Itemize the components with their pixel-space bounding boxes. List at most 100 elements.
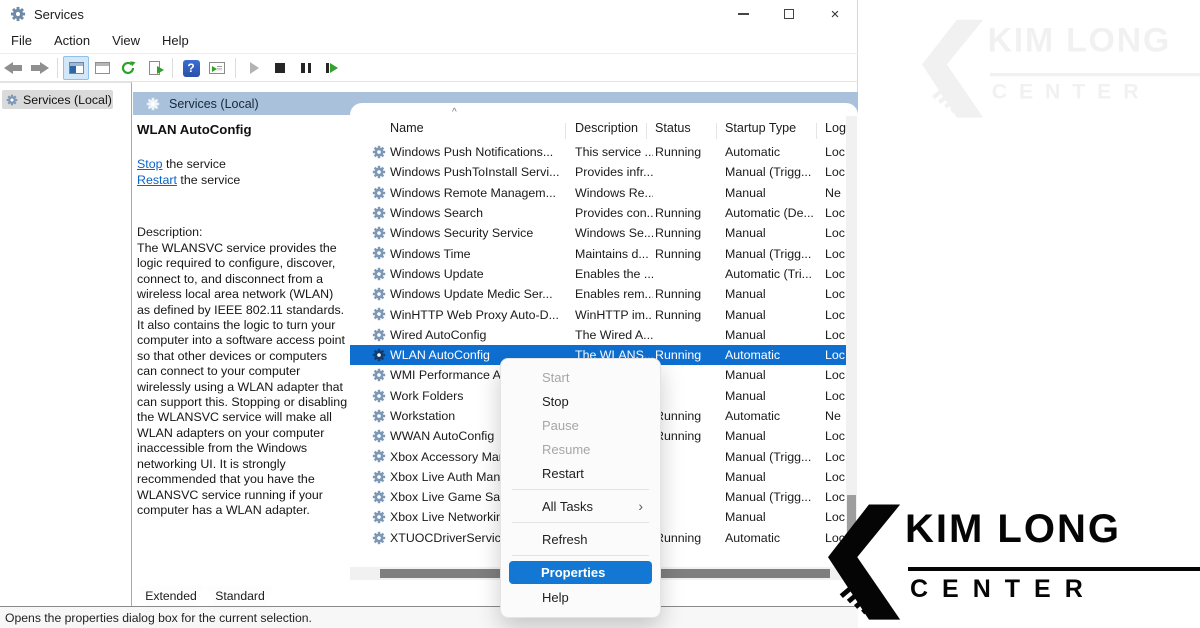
restart-service-icon: [326, 63, 339, 74]
service-row[interactable]: Windows Search Provides con... Running A…: [350, 203, 846, 223]
screenshot-stage: KIM LONG CENTER Services × File Action V…: [0, 0, 1200, 628]
tab-standard[interactable]: Standard: [206, 586, 274, 606]
column-divider[interactable]: [646, 123, 647, 139]
logo-line2: CENTER: [910, 575, 1097, 604]
properties-toolbar-button[interactable]: [89, 56, 115, 80]
toolbar-separator: [57, 58, 58, 78]
service-row[interactable]: Wired AutoConfig The Wired A... Manual L…: [350, 325, 846, 345]
service-description-cell: Enables the ...: [575, 267, 653, 281]
context-menu-item[interactable]: Start: [502, 365, 659, 389]
context-menu-item[interactable]: Help: [502, 585, 659, 609]
stop-service-link[interactable]: Stop: [137, 157, 163, 171]
service-startup-type: Manual: [725, 308, 823, 322]
column-divider[interactable]: [565, 123, 566, 139]
service-context-menu: Start Stop Pause Resume Restart: [500, 358, 661, 618]
service-name: WinHTTP Web Proxy Auto-D...: [390, 308, 572, 322]
service-startup-type: Manual: [725, 287, 823, 301]
start-service-icon: [250, 62, 259, 74]
column-divider[interactable]: [816, 123, 817, 139]
restart-service-link[interactable]: Restart: [137, 173, 177, 187]
start-service-button[interactable]: [241, 56, 267, 80]
extended-detail-pane: WLAN AutoConfig Stop the service Restart…: [137, 118, 349, 585]
service-description-cell: Provides infr...: [575, 165, 653, 179]
context-menu-item[interactable]: [502, 485, 659, 494]
forward-icon: [30, 62, 49, 75]
maximize-button[interactable]: [766, 0, 812, 28]
service-description-cell: WinHTTP im...: [575, 308, 653, 322]
context-menu-item[interactable]: Properties: [509, 561, 652, 584]
service-row[interactable]: WinHTTP Web Proxy Auto-D... WinHTTP im..…: [350, 304, 846, 324]
service-gear-icon: [372, 246, 386, 260]
close-button[interactable]: ×: [812, 0, 858, 28]
column-header-startup-type[interactable]: Startup Type: [725, 121, 796, 135]
column-divider[interactable]: [716, 123, 717, 139]
service-name: Windows PushToInstall Servi...: [390, 165, 572, 179]
service-row[interactable]: Windows Update Medic Ser... Enables rem.…: [350, 284, 846, 304]
service-row[interactable]: Windows Remote Managem... Windows Re... …: [350, 183, 846, 203]
service-status: Running: [655, 308, 723, 322]
service-gear-icon: [372, 145, 386, 159]
column-header-description[interactable]: Description: [575, 121, 638, 135]
service-gear-icon: [372, 226, 386, 240]
menu-file[interactable]: File: [0, 33, 43, 48]
export-list-button[interactable]: [141, 56, 167, 80]
service-startup-type: Manual: [725, 368, 823, 382]
context-menu-item[interactable]: Refresh: [502, 527, 659, 551]
back-icon: [4, 62, 23, 75]
stop-service-button[interactable]: [267, 56, 293, 80]
service-gear-icon: [372, 531, 386, 545]
menu-action[interactable]: Action: [43, 33, 101, 48]
help-button[interactable]: ?: [178, 56, 204, 80]
column-header-name[interactable]: Name: [390, 121, 424, 135]
service-name: Windows Time: [390, 247, 572, 261]
service-row[interactable]: Windows Update Enables the ... Automatic…: [350, 264, 846, 284]
pause-service-button[interactable]: [293, 56, 319, 80]
context-menu-item[interactable]: [502, 518, 659, 527]
tree-item-services-local[interactable]: Services (Local): [2, 90, 113, 109]
context-menu-item[interactable]: Pause: [502, 413, 659, 437]
context-menu-item[interactable]: Resume: [502, 437, 659, 461]
export-list-icon: [149, 61, 160, 75]
restart-service-button[interactable]: [319, 56, 345, 80]
watermark-line2: CENTER: [992, 80, 1151, 105]
service-gear-icon: [372, 206, 386, 220]
service-description-cell: Windows Se...: [575, 226, 653, 240]
band-gear-icon: [146, 97, 160, 111]
restart-service-line: Restart the service: [137, 173, 240, 187]
show-action-pane-button[interactable]: [204, 56, 230, 80]
service-row[interactable]: Windows Time Maintains d... Running Manu…: [350, 243, 846, 263]
context-menu-item-label: Restart: [542, 466, 584, 481]
show-console-tree-button[interactable]: [63, 56, 89, 80]
context-menu-item[interactable]: Stop: [502, 389, 659, 413]
sort-ascending-icon: ^: [452, 107, 457, 118]
service-description-cell: The Wired A...: [575, 328, 653, 342]
service-startup-type: Manual: [725, 226, 823, 240]
menu-help[interactable]: Help: [151, 33, 200, 48]
context-menu-item[interactable]: Restart: [502, 461, 659, 485]
menu-view[interactable]: View: [101, 33, 151, 48]
services-window: Services × File Action View Help: [0, 0, 858, 628]
service-row[interactable]: Windows PushToInstall Servi... Provides …: [350, 162, 846, 182]
service-log-on-as: Loc: [825, 247, 846, 261]
column-header-log-on-as[interactable]: Log: [825, 121, 846, 135]
service-row[interactable]: Windows Security Service Windows Se... R…: [350, 223, 846, 243]
back-button[interactable]: [0, 56, 26, 80]
column-header-status[interactable]: Status: [655, 121, 691, 135]
tree-item-label: Services (Local): [23, 93, 112, 107]
service-startup-type: Automatic: [725, 409, 823, 423]
service-description-cell: This service ...: [575, 145, 653, 159]
menu-bar: File Action View Help: [0, 28, 858, 54]
titlebar: Services ×: [0, 0, 858, 28]
window-title: Services: [34, 7, 84, 22]
stop-service-icon: [275, 63, 285, 73]
service-row[interactable]: Windows Push Notifications... This servi…: [350, 142, 846, 162]
service-log-on-as: Loc: [825, 328, 846, 342]
context-menu-item-label: Resume: [542, 442, 590, 457]
context-menu-item[interactable]: [502, 551, 659, 560]
service-gear-icon: [372, 267, 386, 281]
refresh-button[interactable]: [115, 56, 141, 80]
forward-button[interactable]: [26, 56, 52, 80]
minimize-button[interactable]: [720, 0, 766, 28]
context-menu-item[interactable]: All Tasks ›: [502, 494, 659, 518]
tab-extended[interactable]: Extended: [138, 586, 204, 606]
